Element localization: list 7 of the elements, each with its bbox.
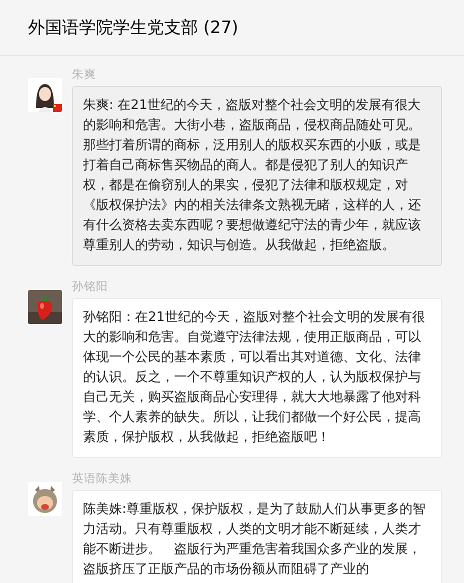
- sender-name: 英语陈美姝: [72, 470, 133, 486]
- message-bubble: 孙铭阳：在21世纪的今天，盗版对整个社会文明的发展有很大的影响和危害。自觉遵守法律法规，使用正版商品，可以体现一个公民的基本素质，可以看出其对道德、文化、法律的认识。反之，一个不尊重知识产权的人，认为版权保护与自己无关，购买盗版商品心安理得，就大大地暴露了他对科学、个人素养的缺失。所以，让我们都做一个好公民，提高素质，保护版权，从我做起，拒绝盗版吧！: [72, 298, 442, 458]
- message-bubble: 朱爽: 在21世纪的今天，盗版对整个社会文明的发展有很大的影响和危害。大街小巷，盗版商品，侵权商品随处可见。那些打着所谓的商标，泛用别人的版权买东西的小贩，或是打着自己商标售买物品的商人。都是侵犯了别人的知识产权，都是在偷窃别人的果实，侵犯了法律和版权规定，对《版权保护法》内的相关法律条文熟视无睹，这样的人，还有什么资格去卖东西呢？要想做遵纪守法的青少年，就应该尊重别人的劳动，知识与创造。从我做起，拒绝盗版。: [72, 86, 442, 266]
- sender-name: 孙铭阳: [72, 278, 109, 294]
- chat-title: 外国语学院学生党支部 (27): [28, 17, 238, 39]
- message-bubble: 陈美姝:尊重版权，保护版权，是为了鼓励人们从事更多的智力活动。只有尊重版权，人类的文明才能不断延续，人类才能不断进步。 盗版行为严重危害着我国众多产业的发展，盗版挤压了正版产品的市场份额从而阻碍了产业的: [72, 490, 442, 583]
- sender-name: 朱爽: [72, 66, 97, 82]
